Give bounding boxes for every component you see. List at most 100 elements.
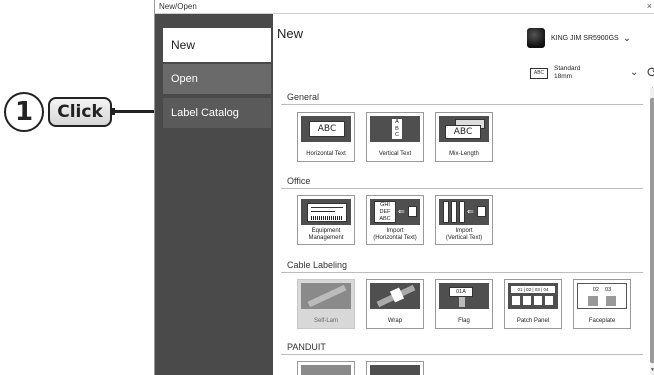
template-preview [301, 199, 351, 225]
template-import-vertical[interactable]: ⇐ Import (Vertical Text) [435, 195, 493, 245]
template-preview: ABC [439, 116, 489, 142]
vertical-scrollbar[interactable] [650, 88, 654, 375]
template-flag[interactable]: 01A Flag [435, 279, 493, 329]
vertical-label-preview [443, 201, 449, 223]
equipment-label-preview [307, 203, 347, 222]
template-preview: GHI DEF ABC ⇐ [370, 199, 420, 225]
template-label: Wrap [387, 318, 403, 324]
arrow-left-icon: ⇐ [467, 207, 474, 216]
cable-icon [307, 284, 347, 308]
flag-label-preview: 01A [449, 287, 473, 297]
tape-width: 18mm [554, 73, 573, 80]
section-heading-cable-labeling: Cable Labeling [287, 260, 348, 270]
template-label: Import (Vertical Text) [436, 228, 492, 242]
template-horizontal-text[interactable]: ABC Horizontal Text [297, 112, 355, 162]
sidebar-item-label-catalog[interactable]: Label Catalog [163, 98, 271, 128]
section-divider [281, 272, 643, 273]
tape-type: Standard [554, 65, 581, 72]
template-faceplate[interactable]: 02 03 Faceplate [573, 279, 631, 329]
printer-selector[interactable]: KING JIM SR5900GS ⌄ [527, 28, 631, 48]
template-preview: 01A [439, 283, 489, 309]
template-label: Vertical Text [378, 151, 412, 157]
vertical-label-preview [451, 201, 457, 223]
template-mix-length[interactable]: ABC Mix-Length [435, 112, 493, 162]
printer-icon [527, 28, 545, 48]
template-preview: A B C [370, 116, 420, 142]
template-label: Self-Lam [313, 318, 338, 324]
template-wrap[interactable]: Wrap [366, 279, 424, 329]
template-label-line: Import [386, 228, 404, 234]
cable-icon [459, 297, 465, 307]
chevron-down-icon: ⌄ [622, 32, 632, 44]
sidebar-item-new[interactable]: New [163, 28, 271, 62]
scroll-down-icon[interactable]: ▼ [650, 367, 654, 373]
section-heading-general: General [287, 92, 320, 102]
text-line [311, 207, 343, 208]
text-line [311, 211, 335, 212]
main-panel: New KING JIM SR5900GS ⌄ ABC Standard 18m… [273, 14, 654, 375]
template-preview: 01 | 02 | 03 | 04 [508, 283, 558, 309]
vertical-label-preview [459, 201, 465, 223]
chevron-down-icon[interactable]: ⌄ [630, 67, 638, 78]
sidebar-item-open[interactable]: Open [163, 64, 271, 94]
template-patch-panel[interactable]: 01 | 02 | 03 | 04 Patch Panel [504, 279, 562, 329]
template-label-line: Management [308, 235, 344, 241]
template-label: Patch Panel [516, 318, 550, 324]
step-number-badge: 1 [4, 92, 44, 132]
barcode-icon [311, 216, 343, 220]
template-preview [301, 365, 351, 375]
template-panduit-1[interactable] [297, 361, 355, 375]
click-instruction-label: Click [48, 97, 112, 127]
section-divider [281, 104, 643, 105]
template-label: Faceplate [588, 318, 616, 324]
template-label-line: Equipment [311, 228, 341, 234]
spreadsheet-icon [477, 206, 486, 217]
section-divider [281, 354, 643, 355]
template-preview [370, 365, 420, 375]
import-label-preview: GHI DEF ABC [374, 201, 396, 223]
faceplate-label-preview: 02 03 [592, 287, 612, 293]
patch-label-preview: 01 | 02 | 03 | 04 [511, 286, 555, 293]
port-icon [588, 296, 598, 306]
tape-icon: ABC [530, 67, 548, 79]
template-label: Equipment Management [298, 228, 354, 242]
template-vertical-text[interactable]: A B C Vertical Text [366, 112, 424, 162]
section-divider [281, 188, 643, 189]
screenshot-stage: 1 Click New/Open × New Open Label Catalo… [0, 0, 654, 375]
template-label-line: Import [455, 228, 473, 234]
template-label-line: (Vertical Text) [445, 235, 483, 241]
sidebar: New Open Label Catalog [155, 14, 273, 375]
spreadsheet-icon [408, 206, 417, 217]
template-label-line: (Horizontal Text) [373, 235, 417, 241]
template-preview [370, 283, 420, 309]
template-preview: ABC [301, 116, 351, 142]
section-heading-panduit: PANDUIT [287, 342, 326, 352]
window-title: New/Open [159, 2, 197, 11]
tape-info: Standard 18mm [554, 65, 580, 81]
new-open-window: New/Open × New Open Label Catalog New KI… [154, 0, 654, 375]
page-title: New [277, 26, 304, 41]
template-label: Mix-Length [449, 151, 479, 157]
template-label: Flag [458, 318, 470, 324]
abc-text-preview: ABC [445, 125, 481, 139]
section-heading-office: Office [287, 176, 311, 186]
close-icon[interactable]: × [647, 0, 652, 13]
tape-selector[interactable]: ABC Standard 18mm ⌄ ⟳ [530, 64, 654, 81]
template-self-lam[interactable]: Self-Lam [297, 279, 355, 329]
template-preview: 02 03 [577, 283, 627, 309]
window-titlebar: New/Open × [155, 0, 654, 14]
template-preview [301, 283, 351, 309]
template-import-horizontal[interactable]: GHI DEF ABC ⇐ Import (Horizontal Text) [366, 195, 424, 245]
template-equipment-management[interactable]: Equipment Management [297, 195, 355, 245]
port-icon [606, 296, 616, 306]
arrow-left-icon: ⇐ [398, 207, 405, 216]
template-preview: ⇐ [439, 199, 489, 225]
scrollbar-thumb[interactable] [650, 98, 654, 363]
template-label: Import (Horizontal Text) [367, 228, 423, 242]
template-label: Horizontal Text [306, 151, 346, 157]
vertical-abc-preview: A B C [392, 119, 402, 139]
abc-text-preview: ABC [309, 121, 345, 137]
template-panduit-2[interactable] [366, 361, 424, 375]
refresh-icon[interactable]: ⟳ [647, 64, 654, 81]
port-row-icon [512, 296, 554, 305]
